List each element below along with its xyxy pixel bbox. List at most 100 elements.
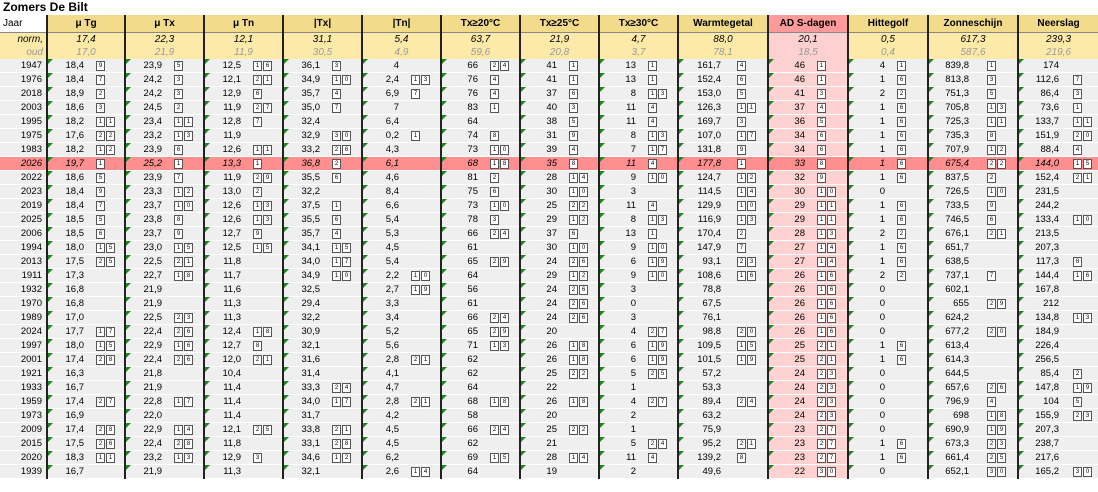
table-row[interactable]: 2025 18,5 5 23,8 8 12,6 1 3 35,5 6 5,4 78 3 29 1 2 8 1 3 11… bbox=[0, 212, 1098, 227]
value-cell: 673,3 2 3 bbox=[927, 436, 1018, 451]
cell-value: 16,7 bbox=[65, 382, 85, 393]
table-row[interactable]: 1939 16,7 21,9 11,3 32,1 2,6 1 4 64 19 2 49,6 22 3 0 0 6… bbox=[0, 464, 1098, 479]
rank-badge: 25 bbox=[987, 453, 1006, 463]
cell-value: 1 bbox=[879, 130, 885, 141]
table-row[interactable]: 2013 17,5 2 5 22,5 2 1 11,8 34,0 1 7 5,4 65 2 9 24 2 6 6 1 9… bbox=[0, 254, 1098, 269]
year-cell: 2018 bbox=[0, 86, 47, 101]
value-cell: 17,3 bbox=[46, 268, 125, 283]
value-cell: 23,8 8 bbox=[124, 212, 204, 227]
value-cell: 1 bbox=[598, 422, 678, 437]
table-row[interactable]: 2019 18,4 7 23,7 1 0 12,6 1 3 37,5 1 6,6 73 1 0 25 2 2 11 4… bbox=[0, 198, 1098, 213]
rank-badge: 27 bbox=[648, 397, 667, 407]
value-cell: 6,1 bbox=[361, 156, 441, 171]
value-cell: 13 1 bbox=[598, 72, 678, 87]
cell-value: 1 bbox=[879, 172, 885, 183]
value-cell: 9 10 bbox=[598, 170, 678, 185]
rank-badge: 21 bbox=[817, 341, 836, 351]
rank-badge: 17 bbox=[648, 145, 667, 155]
value-cell: 73 1 0 bbox=[440, 142, 520, 157]
value-cell: 16 bbox=[847, 142, 928, 157]
cell-value: 21,9 bbox=[143, 466, 163, 477]
value-cell: 23,4 1 1 bbox=[124, 114, 204, 129]
value-cell: 11,4 bbox=[203, 380, 283, 395]
value-cell: 32,2 bbox=[282, 310, 362, 325]
value-cell: 34 6 bbox=[767, 128, 848, 143]
value-cell: 24,2 3 bbox=[124, 86, 204, 101]
table-row[interactable]: 2024 17,7 1 7 22,4 2 6 12,4 1 8 30,9 5,2 65 2 9 20 4 2 7 98… bbox=[0, 324, 1098, 339]
table-row[interactable]: 2022 18,6 5 23,9 7 11,9 2 9 35,5 6 4,6 81 2 28 1 4 9 1 0 12… bbox=[0, 170, 1098, 185]
table-row[interactable]: 1932 16,8 21,9 11,6 32,5 2,7 1 9 56 24 2 6 3 78,8 26 1 6… bbox=[0, 282, 1098, 297]
value-cell: 152,4 2 1 bbox=[1017, 170, 1098, 185]
cell-value: 85,4 bbox=[1040, 368, 1060, 379]
rank-badge: 17 bbox=[174, 397, 193, 407]
cell-value: 18,6 bbox=[65, 172, 85, 183]
table-row[interactable]: 1970 16,8 21,9 11,3 29,4 3,3 61 24 2 6 0 67,5 26 1 6 0 6… bbox=[0, 296, 1098, 311]
rank-badge: 13 bbox=[253, 201, 272, 211]
rank-badge: 7 bbox=[96, 201, 105, 211]
rank-badge: 14 bbox=[737, 187, 756, 197]
rank-badge: 6 bbox=[569, 89, 578, 99]
rank-badge: 25 bbox=[648, 369, 667, 379]
cell-value: 31 bbox=[546, 130, 557, 141]
value-cell: 746,5 6 bbox=[927, 212, 1018, 227]
value-cell: 16 bbox=[847, 114, 928, 129]
cell-value: 1 bbox=[879, 438, 885, 449]
value-cell: 78,8 bbox=[677, 282, 768, 297]
table-row[interactable]: 1983 18,2 1 2 23,9 6 12,6 1 1 33,2 2 6 4,3 73 1 0 39 4 7 1 7… bbox=[0, 142, 1098, 157]
table-row[interactable]: 1933 16,7 21,9 11,4 33,3 2 4 4,7 64 22 1 53,3 24 2 3 0 6… bbox=[0, 380, 1098, 395]
table-row[interactable]: 2023 18,4 9 23,3 1 2 13,0 2 32,2 8,4 75 6 30 1 0 3 114,5… bbox=[0, 184, 1098, 199]
value-cell: 3,4 bbox=[361, 310, 441, 325]
table-row[interactable]: 2015 17,5 2 6 22,4 2 8 11,8 33,1 2 8 4,5 62 21 5 2 4 95,2… bbox=[0, 436, 1098, 451]
table-row[interactable]: 1921 16,3 21,8 10,4 31,4 4,1 62 25 2 2 5 2 5 57,2 24 2 3… bbox=[0, 366, 1098, 381]
cell-value: 34 bbox=[794, 144, 805, 155]
rank-badge: 3 bbox=[737, 117, 746, 127]
value-cell: 18,5 6 bbox=[46, 226, 125, 241]
value-cell: 19,7 1 bbox=[46, 156, 125, 171]
table-row[interactable]: 1959 17,4 2 7 22,8 1 7 11,4 34,0 1 7 2,8 2 1 68 1 8 26 1 8 4… bbox=[0, 394, 1098, 409]
cell-value: 733,5 bbox=[945, 200, 969, 211]
table-row[interactable]: 1973 16,9 22,0 11,4 31,7 4,2 58 20 2 63,2 24 2 3 0 698… bbox=[0, 408, 1098, 423]
cell-value: 109,5 bbox=[697, 340, 721, 351]
cell-value: 107,0 bbox=[697, 130, 721, 141]
table-row[interactable]: 2003 18,6 3 24,5 2 11,9 2 7 35,0 7 7 83 1 40 3 11 4 126,3… bbox=[0, 100, 1098, 115]
value-cell: 23,9 5 bbox=[124, 59, 204, 73]
rank-badge: 12 bbox=[569, 215, 588, 225]
value-cell: 39 4 bbox=[519, 142, 599, 157]
value-cell: 751,3 5 bbox=[927, 86, 1018, 101]
table-row[interactable]: 2006 18,5 6 23,7 9 12,7 9 35,7 4 5,3 66 2 4 37 6 13 1 170… bbox=[0, 226, 1098, 241]
value-cell: 95,2 2 1 bbox=[677, 436, 768, 451]
cell-value: 4,1 bbox=[385, 368, 399, 379]
value-cell: 4,5 bbox=[361, 240, 441, 255]
rank-badge: 10 bbox=[1073, 215, 1092, 225]
table-row[interactable]: 1994 18,0 1 5 23,0 1 5 12,5 1 5 34,1 1 5 4,5 61 30 1 0 9 1 0… bbox=[0, 240, 1098, 255]
table-row[interactable]: 1995 18,2 1 1 23,4 1 1 12,8 7 32,4 6,4 64 38 5 11 4 169,… bbox=[0, 114, 1098, 129]
value-cell: 17,5 2 5 bbox=[46, 254, 125, 269]
value-cell: 12,8 7 bbox=[203, 114, 283, 129]
cell-value: 62 bbox=[467, 438, 478, 449]
table-row[interactable]: 1947 18,4 9 23,9 5 12,5 1 6 36,1 3 4 66 2 4 41 1 13 1 161,… bbox=[0, 59, 1098, 73]
cell-value: 2,4 bbox=[385, 74, 399, 85]
value-cell: 78 3 bbox=[440, 212, 520, 227]
value-cell: 231,5 bbox=[1017, 184, 1098, 199]
value-cell: 22 bbox=[847, 86, 928, 101]
table-row[interactable]: 1976 18,4 7 24,2 3 12,1 2 1 34,9 1 0 2,4 1 3 76 4 41 1 13 1… bbox=[0, 72, 1098, 87]
value-cell: 134,8 1 3 bbox=[1017, 310, 1098, 325]
table-row[interactable]: 1911 17,3 22,7 1 8 11,7 34,9 1 0 2,2 1 0 64 29 1 2 9 1 0 10… bbox=[0, 268, 1098, 283]
header-col: Warmtegetal bbox=[677, 15, 768, 33]
table-row[interactable]: 2020 18,3 1 1 23,2 1 3 12,9 3 34,6 1 2 6,2 69 1 5 28 1 4 11… bbox=[0, 450, 1098, 465]
table-row[interactable]: 1997 18,0 1 5 22,9 1 6 12,7 8 32,1 5,6 71 1 3 26 1 8 6 1 9 1… bbox=[0, 338, 1098, 353]
cell-value: 21,9 bbox=[143, 298, 163, 309]
table-row[interactable]: 2018 18,9 2 24,2 3 12,9 6 35,7 4 6,9 7 76 4 37 6 8 1 3 153… bbox=[0, 86, 1098, 101]
table-row[interactable]: 2009 17,4 2 8 22,9 1 4 12,1 2 5 33,8 2 1 4,5 66 2 4 25 2 2 1… bbox=[0, 422, 1098, 437]
table-row[interactable]: 2026 19,7 1 25,2 1 13,3 1 36,8 2 6,1 68 1 8 35 8 11 4 177… bbox=[0, 156, 1098, 171]
value-cell: 64 bbox=[440, 464, 520, 479]
value-cell: 33,1 2 8 bbox=[282, 436, 362, 451]
table-row[interactable]: 1975 17,6 2 2 23,2 1 3 11,9 32,9 3 0 0,2 1 74 8 31 9 8 1 3 1… bbox=[0, 128, 1098, 143]
cell-value: 37 bbox=[794, 102, 805, 113]
rank-badge: 1 bbox=[332, 201, 341, 211]
table-row[interactable]: 2001 17,4 2 8 22,4 2 6 12,0 2 1 31,6 2,8 2 1 62 26 1 8 6 1 9… bbox=[0, 352, 1098, 367]
value-cell: 725,3 1 1 bbox=[927, 114, 1018, 129]
value-cell: 71 1 3 bbox=[440, 338, 520, 353]
table-row[interactable]: 1989 17,0 22,5 2 3 11,3 32,2 3,4 66 2 4 24 2 6 3 76,1 26… bbox=[0, 310, 1098, 325]
value-cell: 16 bbox=[847, 338, 928, 353]
